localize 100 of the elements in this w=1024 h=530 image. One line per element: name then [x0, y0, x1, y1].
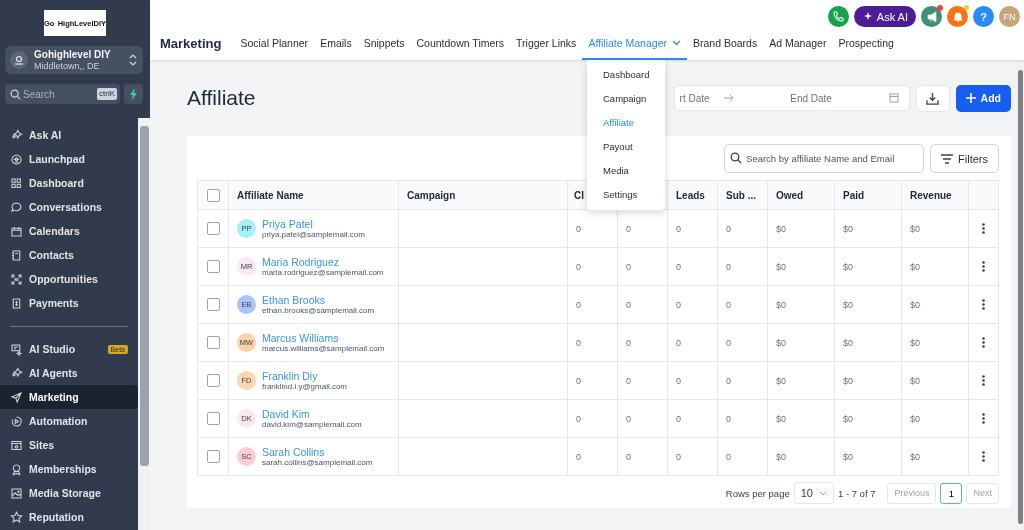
add-button[interactable]: Add	[955, 84, 1011, 112]
search-field[interactable]: Search by affiliate Name and Email	[724, 144, 925, 173]
table-cell: 0	[676, 300, 681, 310]
table-cell: $0	[776, 224, 786, 234]
table-cell: $0	[776, 262, 786, 272]
menu-item[interactable]: Payout	[587, 134, 665, 158]
award-icon	[10, 462, 23, 476]
row-checkbox[interactable]	[207, 336, 220, 349]
announcements-button[interactable]	[921, 6, 942, 27]
menu-item[interactable]: Affiliate	[587, 110, 665, 134]
more-options-icon[interactable]	[982, 375, 985, 386]
sidebar-item[interactable]: Opportunities	[0, 267, 138, 291]
table-cell: 0	[626, 376, 631, 386]
menu-item[interactable]: Settings	[587, 182, 665, 206]
ask-ai-button[interactable]: Ask AI	[853, 6, 916, 27]
nav-tab[interactable]: Ad Manager	[763, 27, 833, 60]
table-cell: $0	[843, 414, 853, 424]
table-cell: 0	[726, 300, 731, 310]
row-checkbox[interactable]	[207, 412, 220, 425]
table-cell: $0	[776, 452, 786, 462]
affiliate-email: franklind.i.y@gmail.com	[262, 382, 348, 391]
nav-tab[interactable]: Brand Boards	[687, 27, 764, 60]
table-cell: 0	[576, 414, 581, 424]
affiliate-email: priya.patel@samplemail.com	[262, 230, 365, 239]
sidebar-item[interactable]: Automation	[0, 409, 138, 433]
sidebar-item[interactable]: AI Agents	[0, 361, 138, 385]
sidebar-item[interactable]: Marketing	[0, 385, 138, 409]
sparkle-icon	[10, 366, 23, 380]
more-options-icon[interactable]	[982, 451, 985, 462]
affiliate-email: maria.rodriguez@samplemail.com	[262, 268, 384, 277]
table-cell: 0	[726, 262, 731, 272]
menu-item[interactable]: Campaign	[587, 86, 665, 110]
table-cell: $0	[910, 376, 920, 386]
sidebar-item[interactable]: Memberships	[0, 457, 138, 481]
sidebar-item[interactable]: Payments	[0, 291, 138, 315]
more-options-icon[interactable]	[982, 223, 985, 234]
quick-action-button[interactable]	[124, 84, 143, 104]
column-header: Cl	[574, 189, 584, 201]
table-cell: 0	[576, 300, 581, 310]
column-header: Sub ...	[726, 189, 756, 201]
select-all-checkbox[interactable]	[207, 188, 220, 202]
nav-tab[interactable]: Social Planner	[234, 27, 315, 60]
rows-per-page-select[interactable]: 10	[793, 482, 834, 504]
menu-item[interactable]: Dashboard	[587, 62, 665, 86]
account-switcher[interactable]: Gohighlevel DIY Middletown,, DE	[5, 46, 143, 74]
table-cell: 0	[676, 376, 681, 386]
nav-tab[interactable]: Prospecting	[832, 27, 900, 60]
table-cell: $0	[776, 300, 786, 310]
bell-icon	[951, 10, 964, 23]
sidebar-item[interactable]: Sites	[0, 433, 138, 457]
row-checkbox[interactable]	[207, 260, 220, 273]
date-range-field[interactable]: rt Date End Date	[673, 85, 910, 111]
table-cell: 0	[726, 414, 731, 424]
row-checkbox[interactable]	[207, 374, 220, 387]
calendar-icon	[10, 224, 23, 238]
sidebar-item[interactable]: Contacts	[0, 243, 138, 267]
sidebar-item[interactable]: Ask AI	[0, 123, 138, 147]
column-header: Paid	[843, 189, 865, 201]
sidebar-item[interactable]: Conversations	[0, 195, 138, 219]
search-icon	[10, 89, 21, 100]
row-checkbox[interactable]	[207, 222, 220, 235]
page-button[interactable]: 1	[940, 482, 963, 504]
sidebar-item[interactable]: Media Storage	[0, 481, 138, 505]
nav-tab[interactable]: Countdown Timers	[410, 27, 511, 60]
filters-button[interactable]: Filters	[930, 144, 999, 173]
nav-tab[interactable]: Emails	[314, 27, 358, 60]
menu-item[interactable]: Media	[587, 158, 665, 182]
sidebar-item[interactable]: Reputation	[0, 505, 138, 529]
row-checkbox[interactable]	[207, 298, 220, 311]
send-icon	[10, 390, 23, 404]
scrollbar-thumb[interactable]	[1018, 70, 1023, 524]
phone-icon	[832, 11, 844, 22]
more-options-icon[interactable]	[982, 337, 985, 348]
sidebar-item[interactable]: Launchpad	[0, 147, 138, 171]
sidebar-item[interactable]: Dashboard	[0, 171, 138, 195]
row-checkbox[interactable]	[207, 450, 220, 463]
scrollbar-thumb[interactable]	[140, 126, 149, 466]
table-cell: 0	[726, 452, 731, 462]
affiliate-email: ethan.brooks@samplemail.com	[262, 306, 375, 315]
page-range: 1 - 7 of 7	[837, 487, 876, 499]
chat-bubble-icon	[10, 200, 23, 214]
location-icon	[10, 51, 28, 69]
sidebar-item[interactable]: Calendars	[0, 219, 138, 243]
download-button[interactable]	[915, 84, 950, 112]
nav-tab[interactable]: Trigger Links	[510, 27, 583, 60]
column-header: Leads	[676, 189, 705, 201]
nav-tab[interactable]: Snippets	[357, 27, 411, 60]
grid-icon	[10, 176, 23, 190]
table-cell: 0	[576, 224, 581, 234]
notifications-button[interactable]	[947, 6, 968, 27]
table-cell: $0	[910, 452, 920, 462]
more-options-icon[interactable]	[982, 261, 985, 272]
affiliate-email: marcus.williams@samplemail.com	[262, 344, 385, 353]
more-options-icon[interactable]	[982, 413, 985, 424]
column-header: Affiliate Name	[237, 189, 304, 201]
filter-icon	[941, 153, 954, 164]
phone-button[interactable]	[827, 6, 849, 27]
table-cell: 0	[726, 224, 731, 234]
more-options-icon[interactable]	[982, 299, 985, 310]
table-cell: 0	[676, 224, 681, 234]
